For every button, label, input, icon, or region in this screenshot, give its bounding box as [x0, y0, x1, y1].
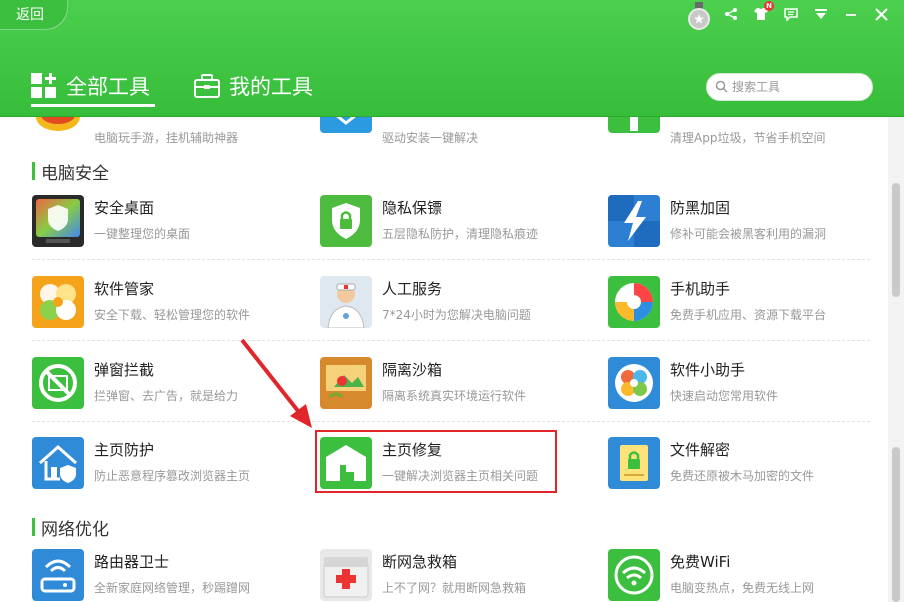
search-box[interactable] [706, 73, 873, 101]
tool-name: 断网急救箱 [382, 553, 458, 571]
tool-free-wifi[interactable]: 免费WiFi 电脑变热点，免费无线上网 [608, 547, 878, 602]
tab-my-tools[interactable]: 我的工具 [193, 66, 313, 106]
tool-desc: 电脑变热点，免费无线上网 [670, 581, 815, 595]
tool-desc: 7*24小时为您解决电脑问题 [382, 308, 531, 322]
tool-safe-desktop[interactable]: 安全桌面 一键整理您的桌面 [32, 193, 302, 253]
tab-all-tools[interactable]: 全部工具 [30, 66, 150, 106]
first-aid-icon [320, 549, 372, 601]
file-decrypt-icon [608, 437, 660, 489]
section-title-pc-security: 电脑安全 [32, 161, 109, 184]
menu-dropdown-icon[interactable] [806, 0, 836, 28]
tool-name: 人工服务 [382, 280, 443, 298]
tab-my-tools-label: 我的工具 [229, 75, 313, 99]
privacy-lock-icon [320, 195, 372, 247]
row-divider [32, 421, 870, 422]
popup-block-icon [32, 357, 84, 409]
tool-desc: 电脑玩手游，挂机辅助神器 [94, 131, 239, 145]
software-helper-icon [608, 357, 660, 409]
tool-desc: 全新家庭网络管理，秒踢蹭网 [94, 581, 251, 595]
tool-name: 软件小助手 [670, 361, 746, 379]
skin-shirt-icon[interactable]: N [746, 0, 776, 28]
tool-human-service[interactable]: 人工服务 7*24小时为您解决电脑问题 [320, 274, 590, 334]
tool-name: 免费WiFi [670, 553, 731, 571]
tool-sandbox[interactable]: 隔离沙箱 隔离系统真实环境运行软件 [320, 355, 590, 415]
tool-desc: 安全下载、轻松管理您的软件 [94, 308, 251, 322]
lightning-shield-icon [608, 195, 660, 247]
medal-icon[interactable] [687, 2, 711, 30]
tool-home-protect[interactable]: 主页防护 防止恶意程序篡改浏览器主页 [32, 435, 302, 495]
doctor-icon [320, 276, 372, 328]
tool-name: 隔离沙箱 [382, 361, 443, 379]
share-icon[interactable] [716, 0, 746, 28]
tool-item-partial-3[interactable]: 清理App垃圾，节省手机空间 [608, 117, 878, 157]
tool-desc: 免费还原被木马加密的文件 [670, 469, 815, 483]
router-icon [32, 549, 84, 601]
scrollbar-thumb[interactable] [892, 183, 900, 297]
tool-desc: 清理App垃圾，节省手机空间 [670, 131, 826, 145]
tool-software-helper[interactable]: 软件小助手 快速启动您常用软件 [608, 355, 878, 415]
search-input[interactable] [732, 80, 867, 94]
tool-desc: 上不了网？就用断网急救箱 [382, 581, 527, 595]
row-divider [32, 259, 870, 260]
tool-privacy-guard[interactable]: 隐私保镖 五层隐私防护，清理隐私痕迹 [320, 193, 590, 253]
tool-desc: 拦弹窗、去广告，就是给力 [94, 389, 239, 403]
tool-file-decrypt[interactable]: 文件解密 免费还原被木马加密的文件 [608, 435, 878, 495]
scrollbar[interactable] [888, 117, 904, 602]
row-divider [32, 340, 870, 341]
home-protect-icon [32, 437, 84, 489]
tool-software-manager[interactable]: 软件管家 安全下载、轻松管理您的软件 [32, 274, 302, 334]
tool-desc: 五层隐私防护，清理隐私痕迹 [382, 227, 539, 241]
tool-network-first-aid[interactable]: 断网急救箱 上不了网？就用断网急救箱 [320, 547, 590, 602]
tool-desc: 免费手机应用、资源下载平台 [670, 308, 827, 322]
active-tab-indicator [31, 104, 155, 107]
tool-router-guard[interactable]: 路由器卫士 全新家庭网络管理，秒踢蹭网 [32, 547, 302, 602]
grid-plus-icon [30, 72, 58, 100]
phone-assistant-icon [608, 276, 660, 328]
driver-icon [320, 117, 372, 151]
tool-name: 隐私保镖 [382, 199, 443, 217]
tab-all-tools-label: 全部工具 [66, 75, 150, 99]
tool-name: 防黑加固 [670, 199, 731, 217]
safe-desktop-icon [32, 195, 84, 247]
tool-desc: 快速启动您常用软件 [670, 389, 779, 403]
tool-item-partial-1[interactable]: 电脑玩手游，挂机辅助神器 [32, 117, 302, 157]
notification-badge: N [764, 1, 774, 11]
annotation-arrow-icon [240, 338, 312, 428]
tool-phone-assistant[interactable]: 手机助手 免费手机应用、资源下载平台 [608, 274, 878, 334]
tool-list: 电脑玩手游，挂机辅助神器 驱动安装一键解决 清理App垃圾，节省手机空间 电脑安… [0, 117, 888, 602]
feedback-icon[interactable] [776, 0, 806, 28]
search-icon [715, 78, 728, 97]
header-bar: 返回 N 全部工具 我的工具 搜索工具 [0, 0, 904, 117]
toolbox-icon [193, 73, 221, 99]
tool-name: 软件管家 [94, 280, 155, 298]
software-manager-icon [32, 276, 84, 328]
tool-name: 主页防护 [94, 441, 155, 459]
tool-desc: 修补可能会被黑客利用的漏洞 [670, 227, 827, 241]
tool-name: 弹窗拦截 [94, 361, 155, 379]
tool-name: 安全桌面 [94, 199, 155, 217]
section-title-network: 网络优化 [32, 517, 109, 540]
tool-item-partial-2[interactable]: 驱动安装一键解决 [320, 117, 590, 157]
tool-desc: 驱动安装一键解决 [382, 131, 479, 145]
tool-anti-hack[interactable]: 防黑加固 修补可能会被黑客利用的漏洞 [608, 193, 878, 253]
close-icon[interactable] [866, 0, 896, 28]
tool-name: 文件解密 [670, 441, 731, 459]
tool-name: 手机助手 [670, 280, 731, 298]
annotation-highlight-box [315, 430, 557, 493]
scrollbar-track-segment [892, 447, 900, 602]
tool-desc: 隔离系统真实环境运行软件 [382, 389, 527, 403]
tool-desc: 一键整理您的桌面 [94, 227, 191, 241]
tool-desc: 防止恶意程序篡改浏览器主页 [94, 469, 251, 483]
wifi-icon [608, 549, 660, 601]
phone-clean-icon [608, 117, 660, 151]
tool-name: 路由器卫士 [94, 553, 170, 571]
minimize-icon[interactable] [836, 0, 866, 28]
game-icon [32, 117, 84, 151]
back-button[interactable]: 返回 [0, 0, 68, 30]
